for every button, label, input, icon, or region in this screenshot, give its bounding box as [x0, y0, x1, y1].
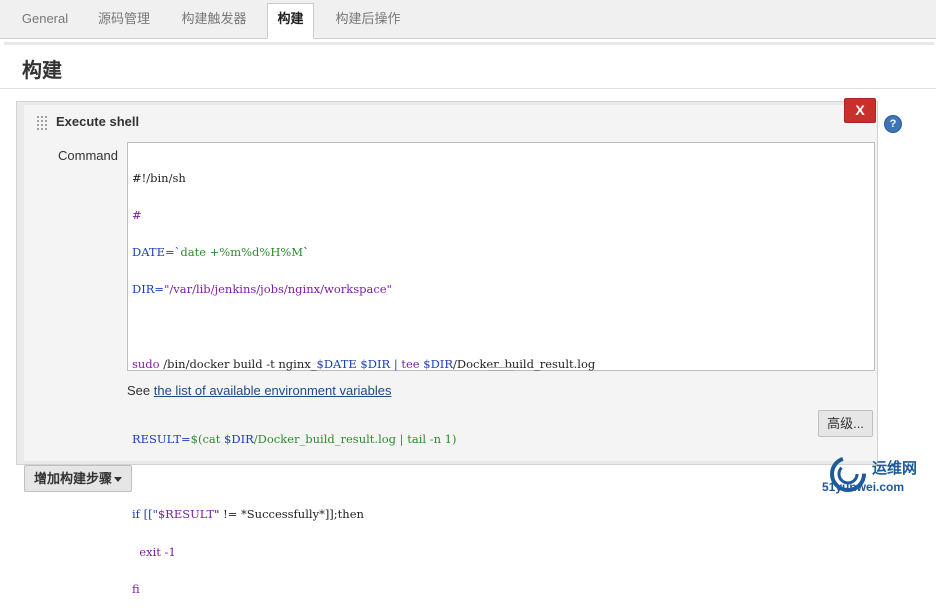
config-tab-bar: General 源码管理 构建触发器 构建 构建后操作: [0, 0, 936, 39]
code-shebang: #!/bin/sh: [132, 170, 186, 185]
watermark-site: 51yunwei.com: [822, 480, 905, 494]
code-if: if [[": [132, 507, 158, 522]
tab-general[interactable]: General: [12, 4, 78, 38]
code-sudo: sudo: [132, 357, 160, 372]
build-step-title: Execute shell: [56, 114, 140, 129]
code-dir-ref-2: $DIR: [224, 432, 254, 447]
code-exit: exit -1: [132, 544, 176, 559]
code-result-ref: $RESULT: [157, 507, 215, 522]
tab-divider: [4, 42, 934, 45]
env-variables-link[interactable]: the list of available environment variab…: [154, 383, 392, 398]
drag-handle-icon[interactable]: [36, 115, 48, 131]
delete-step-button[interactable]: X: [844, 98, 876, 123]
code-result-var: RESULT=: [132, 432, 191, 447]
env-variables-note: See the list of available environment va…: [127, 383, 392, 398]
chevron-down-icon: [114, 477, 122, 482]
code-fi: fi: [132, 581, 140, 596]
code-date-var: DATE=`: [132, 245, 181, 260]
code-dir-value: "/var/lib/jenkins/jobs/nginx/workspace": [164, 282, 392, 297]
code-tee: tee: [401, 357, 420, 372]
code-date-cmd: date +%m%d%H%M: [180, 245, 304, 260]
watermark-name: 运维网: [872, 460, 918, 477]
code-docker-build: /bin/docker build -t nginx_: [159, 357, 317, 372]
tab-post-build[interactable]: 构建后操作: [324, 4, 412, 38]
command-label: Command: [58, 148, 118, 163]
section-divider: [0, 88, 936, 89]
code-log-path: /Docker_build_result.log: [453, 357, 596, 372]
code-dir-var: DIR=: [132, 282, 165, 297]
code-pipe: |: [390, 357, 402, 372]
tab-source-control[interactable]: 源码管理: [86, 4, 162, 38]
code-condition: " != *Successfully*]];then: [214, 507, 364, 522]
tab-build[interactable]: 构建: [267, 3, 314, 39]
textarea-resize-grip[interactable]: [488, 367, 514, 371]
code-backtick: `: [303, 245, 309, 260]
add-build-step-button[interactable]: 增加构建步骤: [24, 465, 132, 492]
section-title: 构建: [22, 60, 62, 82]
command-text[interactable]: #!/bin/sh # DATE=`date +%m%d%H%M` DIR="/…: [132, 147, 870, 608]
code-dir-ref: $DIR: [419, 357, 453, 372]
env-prefix: See: [127, 383, 154, 398]
tab-build-triggers[interactable]: 构建触发器: [170, 4, 258, 38]
code-cat: $(cat: [190, 432, 225, 447]
code-tail: /Docker_build_result.log | tail -n 1): [253, 432, 457, 447]
code-comment: #: [132, 208, 142, 223]
code-vars: $DATE $DIR: [316, 357, 391, 372]
add-build-step-label: 增加构建步骤: [34, 471, 113, 486]
help-icon[interactable]: ?: [885, 116, 901, 132]
advanced-button[interactable]: 高级...: [818, 410, 873, 437]
